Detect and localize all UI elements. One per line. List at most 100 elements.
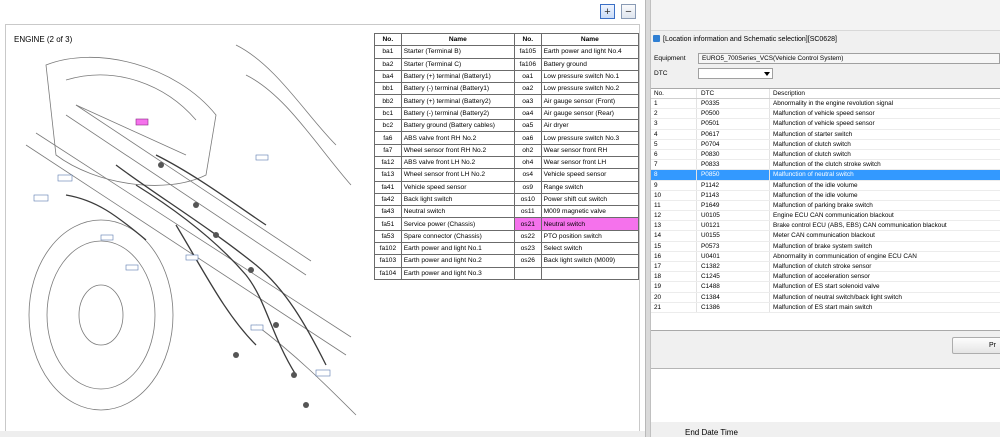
dtc-row-description: Malfunction of ES start solenoid valve bbox=[773, 283, 880, 291]
connector-code: oa5 bbox=[513, 119, 542, 133]
dtc-row[interactable]: 19 C1488 Malfunction of ES start solenoid … bbox=[651, 282, 1000, 293]
dtc-row-code: C1245 bbox=[697, 272, 770, 282]
dtc-row-code: P1142 bbox=[697, 180, 770, 190]
dtc-row[interactable]: 2 P0500 Malfunction of vehicle speed senso… bbox=[651, 109, 1000, 120]
connector-code: bb1 bbox=[374, 82, 402, 96]
connector-name: Battery (+) terminal (Battery1) bbox=[400, 69, 515, 84]
connector-name: Range switch bbox=[540, 180, 639, 194]
dtc-row-description: Malfunction of the idle volume bbox=[773, 181, 858, 189]
connector-name: Vehicle speed sensor bbox=[540, 168, 639, 182]
dtc-row[interactable]: 3 P0501 Malfunction of vehicle speed senso… bbox=[651, 119, 1000, 130]
connector-code: bc2 bbox=[374, 119, 402, 133]
connector-name: Battery ground bbox=[540, 57, 639, 71]
selection-form: Equipment EURO5_700Series_VCS(Vehicle Co… bbox=[651, 48, 1000, 88]
dtc-row-description: Malfunction of neutral switch/back light… bbox=[773, 293, 902, 301]
dtc-row-no: 2 bbox=[651, 109, 697, 119]
connector-name: Service power (Chassis) bbox=[400, 217, 515, 231]
connector-code: fa12 bbox=[374, 155, 402, 170]
connector-code: fa104 bbox=[374, 266, 402, 280]
dtc-row-description: Malfunction of acceleration sensor bbox=[773, 273, 870, 281]
connector-name: Power shift cut switch bbox=[540, 192, 639, 207]
connector-name: Neutral switch bbox=[400, 205, 515, 219]
dtc-row-code: U0105 bbox=[697, 211, 770, 221]
dtc-row[interactable]: 4 P0617 Malfunction of starter switch bbox=[651, 129, 1000, 140]
connector-row: fa103 Earth power and light No.2 os26 Back … bbox=[374, 254, 639, 268]
connector-row: fa42 Back light switch os10 Power shift cut… bbox=[374, 192, 639, 207]
dtc-row[interactable]: 9 P1142 Malfunction of the idle volume bbox=[651, 180, 1000, 191]
dtc-row[interactable]: 8 P0850 Malfunction of neutral switch bbox=[651, 170, 1000, 181]
zoom-in-button[interactable]: + bbox=[600, 4, 615, 19]
equipment-field[interactable]: EURO5_700Series_VCS(Vehicle Control Syst… bbox=[698, 53, 1000, 64]
dtc-row-no: 6 bbox=[651, 149, 697, 160]
dtc-row[interactable]: 20 C1384 Malfunction of neutral switch/bac… bbox=[651, 292, 1000, 303]
connector-name: Low pressure switch No.1 bbox=[540, 69, 639, 84]
history-list bbox=[651, 368, 1000, 422]
connector-name: Spare connector (Chassis) bbox=[400, 229, 515, 244]
connector-code: fa7 bbox=[374, 143, 402, 157]
dtc-select[interactable] bbox=[698, 68, 773, 79]
dtc-row-no: 14 bbox=[651, 231, 697, 241]
connector-table-header: No. Name No. Name bbox=[374, 32, 639, 47]
dtc-row-code: P0500 bbox=[697, 109, 770, 119]
connector-code: fa53 bbox=[374, 229, 402, 244]
column-no[interactable]: No. bbox=[651, 89, 697, 98]
dialog-title-bar: [Location information and Schematic sele… bbox=[651, 33, 1000, 47]
connector-name: Vehicle speed sensor bbox=[400, 180, 515, 194]
connector-name: ABS valve front LH No.2 bbox=[400, 155, 515, 170]
dtc-row[interactable]: 1 P0335 Abnormality in the engine revoluti… bbox=[651, 99, 1000, 110]
dialog-title: [Location information and Schematic sele… bbox=[663, 36, 837, 43]
connector-name: Air gauge sensor (Front) bbox=[540, 94, 639, 108]
connector-name: Low pressure switch No.2 bbox=[540, 82, 639, 96]
connector-row: fa43 Neutral switch os11 M009 magnetic valv… bbox=[374, 205, 639, 219]
connector-name: Earth power and light No.1 bbox=[400, 242, 515, 256]
dtc-row-description: Malfunction of neutral switch bbox=[773, 171, 854, 179]
dtc-row-no: 12 bbox=[651, 211, 697, 221]
zoom-out-button[interactable]: − bbox=[621, 4, 636, 19]
dtc-row[interactable]: 10 P1143 Malfunction of the idle volume bbox=[651, 190, 1000, 201]
dtc-row[interactable]: 16 U0401 Abnormality in communication of e… bbox=[651, 251, 1000, 262]
dtc-row-code: P0573 bbox=[697, 241, 770, 251]
dtc-row[interactable]: 13 U0121 Brake control ECU (ABS, EBS) CAN … bbox=[651, 221, 1000, 232]
dtc-row[interactable]: 18 C1245 Malfunction of acceleration senso… bbox=[651, 272, 1000, 283]
dtc-row[interactable]: 6 P0830 Malfunction of clutch switch bbox=[651, 149, 1000, 161]
dtc-row-no: 21 bbox=[651, 302, 697, 312]
dtc-list[interactable]: No. DTC Description 1 P0335 Abnormality in… bbox=[651, 88, 1000, 331]
connector-row: fa13 Wheel sensor front LH No.2 os4 Vehicle… bbox=[374, 168, 639, 182]
connector-code: bc1 bbox=[374, 106, 402, 121]
header-name: Name bbox=[540, 32, 639, 47]
dtc-row[interactable]: 12 U0105 Engine ECU CAN communication blac… bbox=[651, 211, 1000, 222]
dtc-row-no: 19 bbox=[651, 282, 697, 292]
connector-row: bc2 Battery ground (Battery cables) oa5 Air… bbox=[374, 119, 639, 133]
dtc-row-description: Meter CAN communication blackout bbox=[773, 232, 875, 240]
connector-row: fa104 Earth power and light No.3 bbox=[374, 266, 639, 280]
connector-code: fa41 bbox=[374, 180, 402, 194]
dtc-row-description: Engine ECU CAN communication blackout bbox=[773, 212, 894, 220]
connector-code: ba1 bbox=[374, 45, 402, 59]
connector-row: fa12 ABS valve front LH No.2 oh4 Wear senso… bbox=[374, 155, 639, 170]
dtc-row-no: 7 bbox=[651, 160, 697, 170]
connector-name: Battery ground (Battery cables) bbox=[400, 119, 515, 133]
dtc-row-no: 15 bbox=[651, 241, 697, 251]
dtc-row[interactable]: 11 P1649 Malfunction of parking brake swit… bbox=[651, 200, 1000, 212]
connector-code: os23 bbox=[513, 242, 542, 256]
connector-name: Neutral switch bbox=[540, 217, 639, 231]
dtc-row[interactable]: 21 C1386 Malfunction of ES start main swit… bbox=[651, 302, 1000, 313]
column-description[interactable]: Description bbox=[770, 89, 1000, 98]
connector-code: os26 bbox=[513, 254, 542, 268]
dtc-row[interactable]: 14 U0155 Meter CAN communication blackout bbox=[651, 231, 1000, 242]
viewer-scroll-area[interactable] bbox=[0, 431, 645, 437]
connector-code bbox=[513, 266, 542, 280]
connector-name: ABS valve front RH No.2 bbox=[400, 131, 515, 145]
connector-name: Battery (-) terminal (Battery2) bbox=[400, 106, 515, 121]
connector-row: fa53 Spare connector (Chassis) os22 PTO pos… bbox=[374, 229, 639, 244]
column-dtc[interactable]: DTC bbox=[697, 89, 770, 98]
dtc-row[interactable]: 15 P0573 Malfunction of brake system switc… bbox=[651, 241, 1000, 252]
connector-name: Air gauge sensor (Rear) bbox=[540, 106, 639, 121]
print-button[interactable]: Pr bbox=[952, 337, 1000, 354]
dtc-row[interactable]: 17 C1382 Malfunction of clutch stroke sens… bbox=[651, 262, 1000, 273]
dtc-row[interactable]: 7 P0833 Malfunction of the clutch stroke s… bbox=[651, 160, 1000, 171]
connector-row: ba1 Starter (Terminal B) fa105 Earth power … bbox=[374, 45, 639, 59]
connector-code: oh2 bbox=[513, 143, 542, 157]
dtc-row-description: Malfunction of vehicle speed sensor bbox=[773, 110, 875, 118]
dtc-row[interactable]: 5 P0704 Malfunction of clutch switch bbox=[651, 139, 1000, 150]
